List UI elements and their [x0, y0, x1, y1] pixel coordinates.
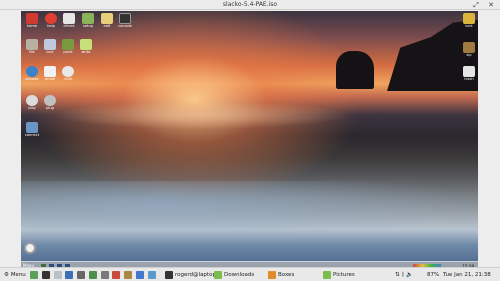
app-icon[interactable] — [100, 270, 109, 279]
taskbar-window-boxes[interactable]: Boxes — [267, 270, 294, 280]
envelope-icon — [44, 66, 56, 77]
desktop-icon-write[interactable]: write — [77, 39, 95, 55]
show-desktop-icon[interactable] — [30, 270, 38, 279]
gear-icon: ⚙ — [4, 272, 9, 278]
desktop-icon-plug[interactable]: plug — [41, 95, 59, 111]
network-icon — [26, 122, 38, 133]
taskbar-window-downloads[interactable]: Downloads — [213, 270, 254, 280]
desktop-icon-console[interactable]: console — [116, 13, 134, 29]
system-tray: ⇅ ᛒ 🔈 — [395, 270, 413, 280]
writer-icon — [80, 39, 92, 50]
boxes-icon — [268, 270, 276, 279]
bluetooth-icon[interactable]: ᛒ — [401, 272, 404, 278]
window-titlebar: slacko-5.4-PAE.iso ⤢ ✕ — [0, 0, 500, 10]
wallpaper-rock — [336, 51, 374, 89]
desktop-icon-chat[interactable]: chat — [59, 66, 77, 82]
files-icon[interactable] — [53, 270, 62, 279]
desktop-icon-email[interactable]: email — [41, 66, 59, 82]
network-icon[interactable]: ⇅ — [395, 272, 400, 278]
app-icon[interactable] — [124, 270, 132, 279]
home-icon — [26, 13, 38, 24]
desktop-icon-help[interactable]: help — [42, 13, 60, 29]
desktop-icon-connect[interactable]: connect — [23, 122, 41, 138]
close-icon[interactable]: ✕ — [487, 1, 495, 9]
setup-icon — [82, 13, 94, 24]
desktop-icon-setup[interactable]: setup — [79, 13, 97, 29]
folder-icon — [323, 270, 331, 279]
lock-icon — [463, 13, 475, 24]
app-icon[interactable] — [147, 270, 156, 279]
battery-indicator[interactable]: 87% — [427, 270, 439, 280]
terminal-icon — [119, 13, 131, 24]
calculator-icon — [44, 39, 56, 50]
plug-icon — [44, 95, 56, 106]
desktop-icon-zip[interactable]: zip — [460, 42, 478, 58]
desktop-icon-calc[interactable]: calc — [41, 39, 59, 55]
trash-icon — [463, 66, 475, 77]
menu-button[interactable]: ⚙ Menu — [4, 270, 26, 280]
taskbar-window-pictures[interactable]: Pictures — [322, 270, 355, 280]
lifebuoy-icon — [45, 13, 57, 24]
desktop-icon-browse[interactable]: browse — [23, 66, 41, 82]
desktop-icon-trash[interactable]: trash — [460, 66, 478, 82]
browser-icon[interactable] — [65, 270, 74, 279]
vm-screen[interactable]: home help drives setup edit console file… — [21, 11, 478, 271]
desktop-icon-drives[interactable]: drives — [60, 13, 78, 29]
desktop-icon-play[interactable]: play — [23, 95, 41, 111]
archive-icon — [463, 42, 475, 53]
settings-gear-icon[interactable] — [24, 242, 36, 254]
desktop-icon-home[interactable]: home — [23, 13, 41, 29]
notepad-icon — [101, 13, 113, 24]
desktop-icon-paint[interactable]: paint — [59, 39, 77, 55]
volume-icon[interactable]: 🔈 — [406, 272, 413, 278]
clock[interactable]: Tue Jan 21, 21:38 — [443, 270, 491, 280]
globe-icon — [26, 66, 38, 77]
terminal-icon — [165, 270, 173, 279]
media-play-icon — [26, 95, 38, 106]
chat-bubble-icon — [62, 66, 74, 77]
app-icon[interactable] — [112, 270, 121, 279]
spreadsheet-icon[interactable] — [88, 270, 97, 279]
document-icon — [26, 39, 38, 50]
folder-icon — [214, 270, 222, 279]
desktop-icon-edit[interactable]: edit — [98, 13, 116, 29]
drive-icon — [63, 13, 75, 24]
terminal-icon[interactable] — [41, 270, 50, 279]
desktop-icon-lock[interactable]: lock — [460, 13, 478, 29]
host-taskbar: ⚙ Menu rogerd@laptopc: Downloads Boxes P… — [0, 267, 500, 281]
wallpaper-sea-glow — [51, 101, 351, 129]
paint-icon — [62, 39, 74, 50]
app-icon[interactable] — [135, 270, 144, 279]
window-title: slacko-5.4-PAE.iso — [222, 1, 278, 8]
wallpaper-shore — [21, 181, 478, 241]
settings-icon[interactable] — [77, 270, 85, 279]
desktop-icon-file[interactable]: file — [23, 39, 41, 55]
restore-icon[interactable]: ⤢ — [472, 1, 480, 9]
quicklaunch — [30, 270, 158, 280]
